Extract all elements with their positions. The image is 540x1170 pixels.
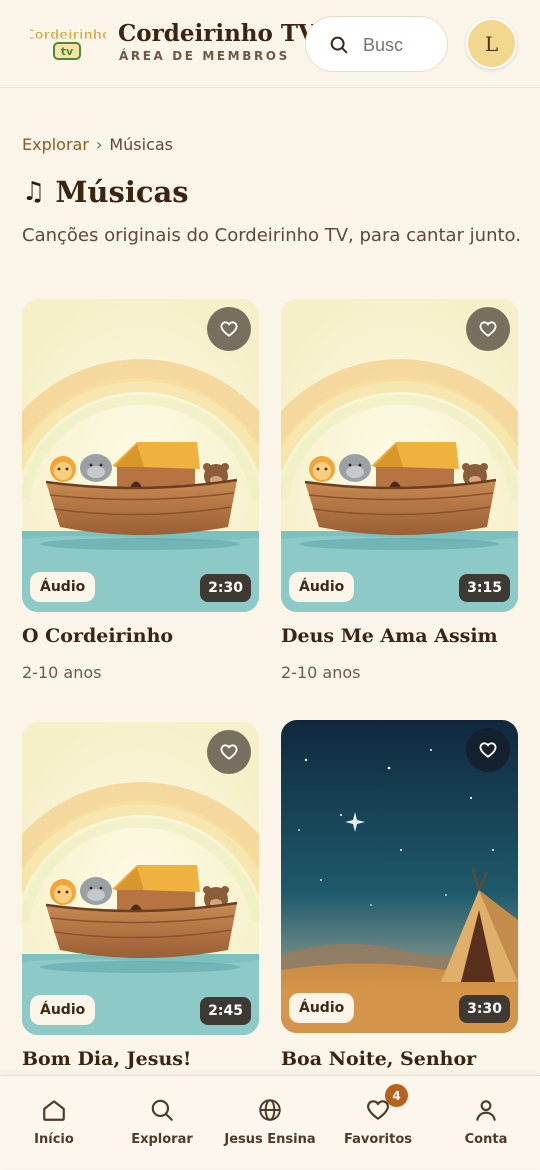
type-badge: Áudio: [30, 572, 96, 602]
breadcrumb: Explorar › Músicas: [22, 135, 173, 154]
music-note-icon: ♫: [22, 177, 46, 207]
bottom-navigation: Início Explorar Jesus Ensina Favoritos 4…: [0, 1075, 540, 1169]
breadcrumb-separator: ›: [95, 135, 103, 154]
nav-item-conta[interactable]: Conta: [432, 1076, 540, 1170]
brand-subtitle: ÁREA DE MEMBROS: [119, 49, 290, 63]
svg-text:Cordeirinho: Cordeirinho: [30, 28, 106, 43]
favorite-button[interactable]: [207, 730, 251, 774]
song-thumbnail[interactable]: Áudio 2:45: [22, 722, 259, 1035]
heart-icon: [220, 744, 238, 760]
globe-icon: [259, 1099, 281, 1121]
page-subtitle: Canções originais do Cordeirinho TV, par…: [22, 225, 521, 246]
type-badge: Áudio: [30, 995, 96, 1025]
song-title[interactable]: Bom Dia, Jesus!: [22, 1048, 191, 1070]
nav-label: Conta: [464, 1132, 508, 1147]
user-icon: [476, 1100, 496, 1121]
heart-icon: [479, 321, 497, 337]
type-badge: Áudio: [289, 572, 355, 602]
nav-item-favoritos[interactable]: Favoritos: [324, 1076, 432, 1170]
breadcrumb-current: Músicas: [109, 135, 174, 154]
nav-label: Jesus Ensina: [224, 1132, 316, 1147]
nav-label: Início: [34, 1132, 74, 1147]
type-badge: Áudio: [289, 993, 355, 1023]
page-title: ♫ Músicas: [22, 172, 189, 212]
heart-icon: [479, 742, 497, 758]
nav-item-inicio[interactable]: Início: [0, 1076, 108, 1170]
song-thumbnail[interactable]: Áudio 2:30: [22, 299, 259, 612]
search-box[interactable]: [305, 16, 448, 72]
heart-icon: [220, 321, 238, 337]
favorite-button[interactable]: [466, 307, 510, 351]
page-title-text: Músicas: [55, 175, 189, 209]
favorites-count-badge: 4: [385, 1084, 408, 1107]
song-thumbnail[interactable]: Áudio 3:30: [281, 720, 518, 1033]
nav-label: Favoritos: [343, 1132, 413, 1147]
song-title[interactable]: O Cordeirinho: [22, 625, 173, 647]
age-range: 2-10 anos: [22, 663, 102, 682]
search-icon: [151, 1099, 173, 1121]
favorite-button[interactable]: [466, 728, 510, 772]
duration-badge: 3:15: [459, 574, 510, 602]
age-range: 2-10 anos: [281, 663, 361, 682]
app-header: Cordeirinho tv Cordeirinho TV ÁREA DE ME…: [0, 0, 540, 88]
breadcrumb-link-explorar[interactable]: Explorar: [22, 135, 89, 154]
song-title[interactable]: Boa Noite, Senhor: [281, 1048, 476, 1070]
cordeirinho-tv-logo[interactable]: Cordeirinho tv: [30, 24, 106, 62]
favorite-button[interactable]: [207, 307, 251, 351]
song-title[interactable]: Deus Me Ama Assim: [281, 625, 498, 647]
search-input[interactable]: [363, 33, 441, 57]
nav-item-jesus-ensina[interactable]: Jesus Ensina: [216, 1076, 324, 1170]
search-icon: [330, 36, 348, 54]
song-thumbnail[interactable]: Áudio 3:15: [281, 299, 518, 612]
brand-title: Cordeirinho TV: [118, 20, 316, 47]
svg-text:tv: tv: [61, 45, 74, 58]
nav-item-explorar[interactable]: Explorar: [108, 1076, 216, 1170]
nav-label: Explorar: [131, 1132, 193, 1147]
avatar[interactable]: L: [466, 18, 517, 69]
duration-badge: 2:45: [200, 997, 251, 1025]
home-icon: [43, 1100, 65, 1121]
duration-badge: 3:30: [459, 995, 510, 1023]
duration-badge: 2:30: [200, 574, 251, 602]
